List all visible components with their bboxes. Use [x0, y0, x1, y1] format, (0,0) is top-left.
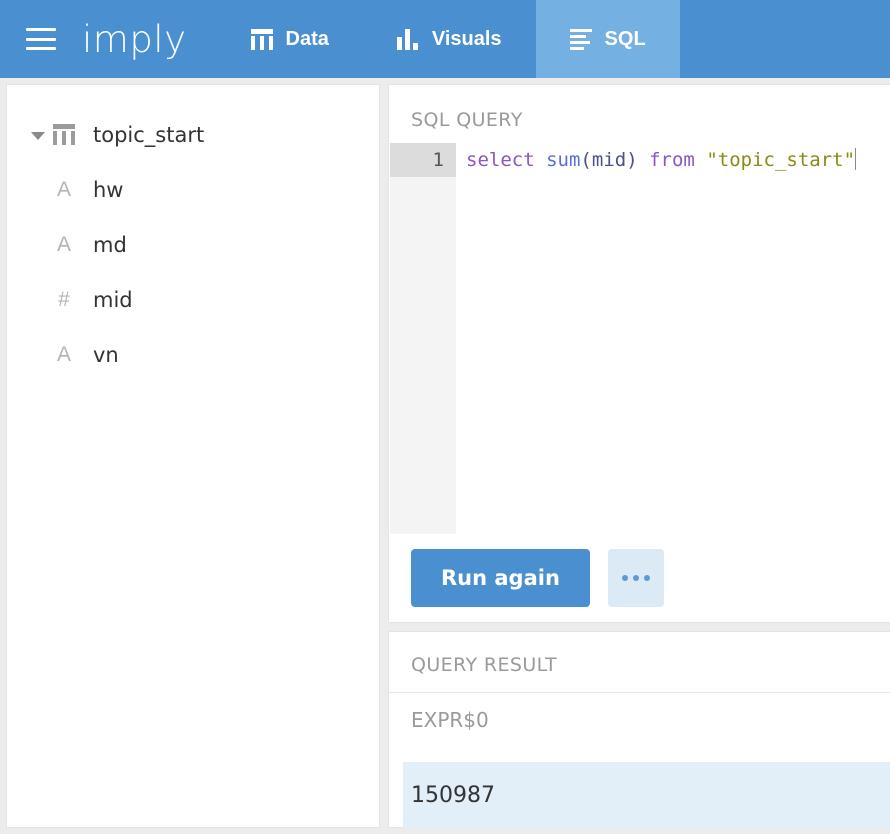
- tab-sql-label: SQL: [604, 27, 646, 50]
- sql-identifier-mid: mid: [591, 149, 627, 171]
- chevron-down-icon[interactable]: [29, 126, 47, 144]
- sql-string-table: "topic_start": [706, 149, 856, 171]
- column-label: md: [93, 232, 127, 257]
- editor-code-area[interactable]: select sum(mid) from "topic_start": [456, 143, 890, 595]
- sql-keyword-from: from: [649, 149, 695, 171]
- column-label: mid: [93, 287, 133, 312]
- string-type-icon: A: [56, 177, 71, 201]
- sidebar-item-column-hw[interactable]: A hw: [7, 162, 379, 217]
- main-column: SQL QUERY 1 select sum(mid) from "topic_…: [388, 84, 890, 828]
- sql-query-panel: SQL QUERY 1 select sum(mid) from "topic_…: [388, 84, 890, 623]
- brand-area: imply: [0, 0, 187, 78]
- lines-icon: [569, 29, 592, 50]
- paren-close: ): [626, 149, 638, 171]
- app-logo: imply: [82, 17, 187, 61]
- query-result-panel: QUERY RESULT EXPR$0 150987: [388, 631, 890, 828]
- more-options-button[interactable]: [607, 549, 664, 607]
- run-again-button[interactable]: Run again: [411, 549, 590, 607]
- editor-gutter: 1: [390, 143, 456, 595]
- table-name-label: topic_start: [93, 122, 205, 147]
- result-column-header: EXPR$0: [411, 708, 489, 732]
- sql-keyword-select: select: [466, 149, 535, 171]
- hamburger-icon[interactable]: [26, 28, 56, 50]
- ellipsis-icon-dot: [621, 575, 628, 581]
- table-icon: [250, 28, 273, 50]
- column-label: vn: [93, 342, 119, 367]
- query-result-title: QUERY RESULT: [411, 654, 558, 676]
- tab-visuals[interactable]: Visuals: [363, 0, 536, 78]
- paren-open: (: [580, 149, 592, 171]
- number-type-icon: #: [58, 287, 70, 311]
- table-icon: [53, 124, 75, 145]
- divider: [389, 692, 890, 693]
- sidebar-item-column-md[interactable]: A md: [7, 217, 379, 272]
- line-number: 1: [390, 143, 456, 177]
- column-label: hw: [93, 177, 124, 202]
- tab-visuals-label: Visuals: [431, 27, 502, 50]
- ellipsis-icon-dot: [643, 575, 650, 581]
- tab-sql[interactable]: SQL: [535, 0, 680, 78]
- string-type-icon: A: [56, 232, 71, 256]
- sql-function-sum: sum: [546, 149, 581, 171]
- sql-editor[interactable]: 1 select sum(mid) from "topic_start": [390, 143, 890, 595]
- sidebar-item-column-mid[interactable]: # mid: [7, 272, 379, 327]
- tab-data[interactable]: Data: [217, 0, 363, 78]
- code-line-1: select sum(mid) from "topic_start": [456, 143, 890, 177]
- workspace: topic_start A hw A md # mid A vn SQL QUE…: [0, 78, 890, 834]
- result-cell-value: 150987: [411, 782, 495, 808]
- sidebar-item-column-vn[interactable]: A vn: [7, 327, 379, 382]
- app-header: imply Data Visuals SQL: [0, 0, 890, 78]
- main-nav-tabs: Data Visuals SQL: [217, 0, 680, 78]
- bar-chart-icon: [396, 28, 419, 50]
- table-row[interactable]: 150987: [403, 762, 890, 828]
- string-type-icon: A: [56, 342, 71, 366]
- schema-sidebar: topic_start A hw A md # mid A vn: [6, 84, 380, 828]
- sidebar-item-table[interactable]: topic_start: [7, 107, 379, 162]
- tab-data-label: Data: [285, 27, 329, 50]
- ellipsis-icon-dot: [632, 575, 639, 581]
- text-cursor: [855, 148, 857, 170]
- sql-query-title: SQL QUERY: [411, 109, 523, 131]
- query-actions-row: Run again: [389, 534, 890, 622]
